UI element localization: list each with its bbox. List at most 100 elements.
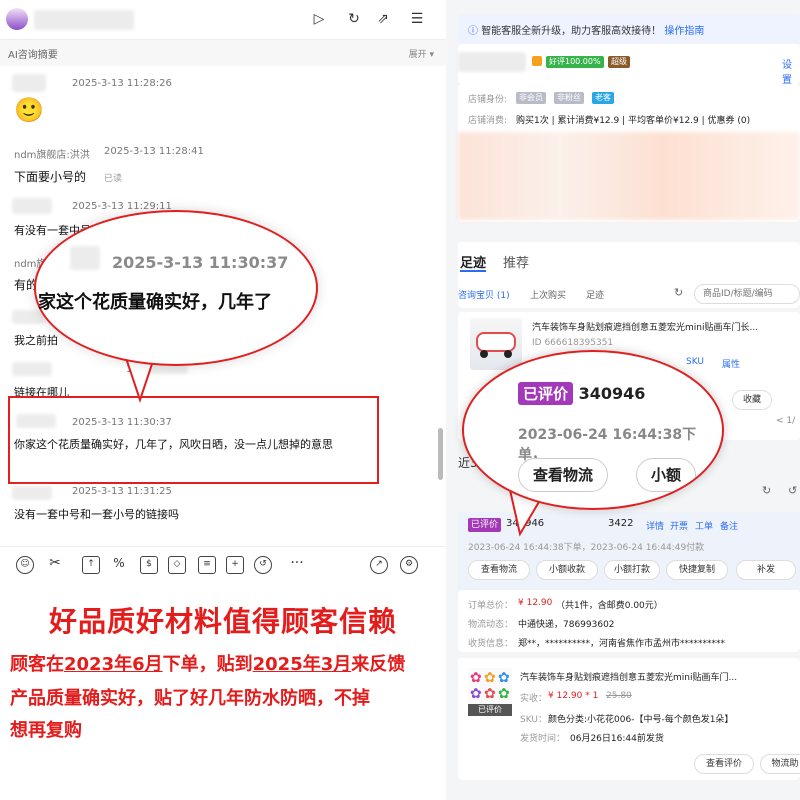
customer-name-blurred [458,52,526,72]
order-id-suffix: 3422 [608,518,634,529]
send-link-icon[interactable]: ↗ [370,556,388,574]
tag-non-member: 非会员 [516,92,546,104]
scrollbar[interactable] [438,428,443,480]
sku-label: SKU： [520,715,547,725]
pagination[interactable]: < 1/ [776,416,795,426]
menu-icon[interactable]: ☰ [408,10,426,28]
ticket-link[interactable]: 工单 [695,519,713,532]
small-charge-button[interactable]: 小额收款 [536,560,598,580]
expand-button[interactable]: 展开 ▾ [409,47,434,60]
tab-recommend[interactable]: 推荐 [503,252,529,271]
history-icon[interactable]: ↺ [254,556,272,574]
item-status: 已评价 [468,704,512,716]
tag-non-fan: 非粉丝 [554,92,584,104]
logistics-label: 物流动态： [468,620,514,630]
attr-dropdown[interactable]: 属性 [722,357,740,370]
order-times: 2023-06-24 16:44:38下单，2023-06-24 16:44:4… [468,543,705,553]
note-link[interactable]: 备注 [720,519,738,532]
refresh-icon[interactable]: ↻ [674,286,683,299]
scissors-icon[interactable]: ✂ [46,556,64,574]
more-icon[interactable]: ··· [288,556,306,574]
total-label: 订单总价： [468,601,514,611]
chat-panel: ▷ ↻ ⇗ ☰ AI咨询摘要 展开 ▾ 2025-3-13 11:28:26 🙂… [0,0,446,800]
zoom-small-button: 小额 [636,458,697,492]
logistics-value[interactable]: 中通快递，786993602 [518,617,615,630]
emoji-icon[interactable]: ☺ [16,556,34,574]
notice-text: 智能客服全新升级，助力客服高效接待！ [481,26,662,37]
tab-footprint[interactable]: 足迹 [460,252,486,271]
address-value: 郑**，**********，河南省焦作市孟州市********** [518,639,726,649]
history-icon[interactable]: ↺ [788,484,797,497]
view-logistics-button[interactable]: 查看物流 [468,560,530,580]
upload-icon[interactable]: ↑ [82,556,100,574]
share-icon[interactable]: ⇗ [374,10,392,28]
caption-text: 下单，贴到 [162,654,253,675]
collect-button[interactable]: 收藏 [732,390,772,410]
rating-badge: 好评100.00% [546,56,604,68]
caption-line-3: 想再复购 [10,720,82,741]
total-note: （共1件，含邮费0.00元） [556,601,663,611]
coupon-icon[interactable]: ◇ [168,556,186,574]
caption-line-1: 顾客在2023年6月下单，贴到2025年3月来反馈 [10,650,446,680]
sender-blurred [12,486,52,500]
zoom-logistics-button: 查看物流 [518,458,609,492]
paid-label: 实收： [520,694,548,704]
shop-spend-label: 店铺消费: [468,116,508,126]
blurred-area [458,132,800,220]
caption-text: 来反馈 [351,654,406,675]
subtab-last-purchase[interactable]: 上次购买 [530,288,566,301]
sender-blurred [12,198,52,214]
bubble-timestamp: 2025-3-13 11:30:37 [112,253,289,272]
caption-date: 2025年3月 [252,654,352,675]
divider [0,546,446,547]
reissue-button[interactable]: 补发 [736,560,796,580]
ship-label: 发货时间： [520,734,566,744]
product-title[interactable]: 汽车装饰车身贴划痕遮挡创意五菱宏光mini贴画车门长... [532,320,794,333]
message-text: 没有一套中号和一套小号的链接吗 [14,508,179,521]
invoice-link[interactable]: 开票 [670,519,688,532]
add-card-icon[interactable]: + [226,556,244,574]
small-pay-button[interactable]: 小额打款 [604,560,660,580]
settings-icon[interactable]: ⚙ [400,556,418,574]
smile-emoji: 🙂 [14,96,44,124]
settings-link[interactable]: 设置 [782,56,800,86]
message-timestamp: 2025-3-13 11:28:26 [72,78,172,89]
sku-dropdown[interactable]: SKU [686,357,704,367]
message-text: 我之前拍 [14,334,58,347]
guide-link[interactable]: 操作指南 [664,26,704,37]
subtab-consult[interactable]: 咨询宝贝 (1) [458,288,510,301]
shop-identity-label: 店铺身份: [468,95,508,105]
shop-spend-value: 购买1次 | 累计消费¥12.9 | 平均客单价¥12.9 | 优惠券 (0) [516,116,751,126]
logistics-helper-button[interactable]: 物流助 [760,754,800,774]
refresh-icon[interactable]: ↻ [345,10,363,28]
tab-underline [460,270,486,272]
order-detail-link[interactable]: 详情 [646,519,664,532]
product-image [470,318,522,370]
message-text: 下面要小号的 [14,170,87,184]
product-search-input[interactable] [694,284,800,304]
sender-blurred [70,246,100,270]
original-price: 25.80 [606,691,632,701]
total-price: ¥ 12.90 [518,598,553,608]
document-icon[interactable]: ≡ [198,556,216,574]
dollar-icon[interactable]: $ [140,556,158,574]
view-review-button[interactable]: 查看评价 [694,754,754,774]
percent-icon[interactable]: % [110,556,128,574]
quick-copy-button[interactable]: 快捷复制 [666,560,728,580]
avatar[interactable] [6,8,28,30]
address-label: 收货信息： [468,639,514,649]
message-sender: ndm旗舰店:洪洪 [14,150,90,161]
ai-summary-bar[interactable]: AI咨询摘要 展开 ▾ [0,40,446,66]
info-icon: ⓘ [468,26,478,37]
caption-date: 2023年6月 [64,654,163,675]
refresh-icon[interactable]: ↻ [762,484,771,497]
tag-returning: 老客 [592,92,614,104]
caption-line-2: 产品质量确实好，贴了好几年防水防晒，不掉 [10,688,370,709]
caption-headline: 好品质好材料值得顾客信赖 [48,605,397,638]
subtab-footprint[interactable]: 足迹 [586,288,604,301]
video-icon[interactable]: ▷ [310,10,328,28]
sender-blurred [12,362,52,376]
caption-text: 顾客在 [10,654,64,675]
item-title[interactable]: 汽车装饰车身贴划痕遮挡创意五菱宏光mini贴画车门... [520,670,796,683]
message-timestamp: 2025-3-13 11:28:41 [104,146,204,157]
